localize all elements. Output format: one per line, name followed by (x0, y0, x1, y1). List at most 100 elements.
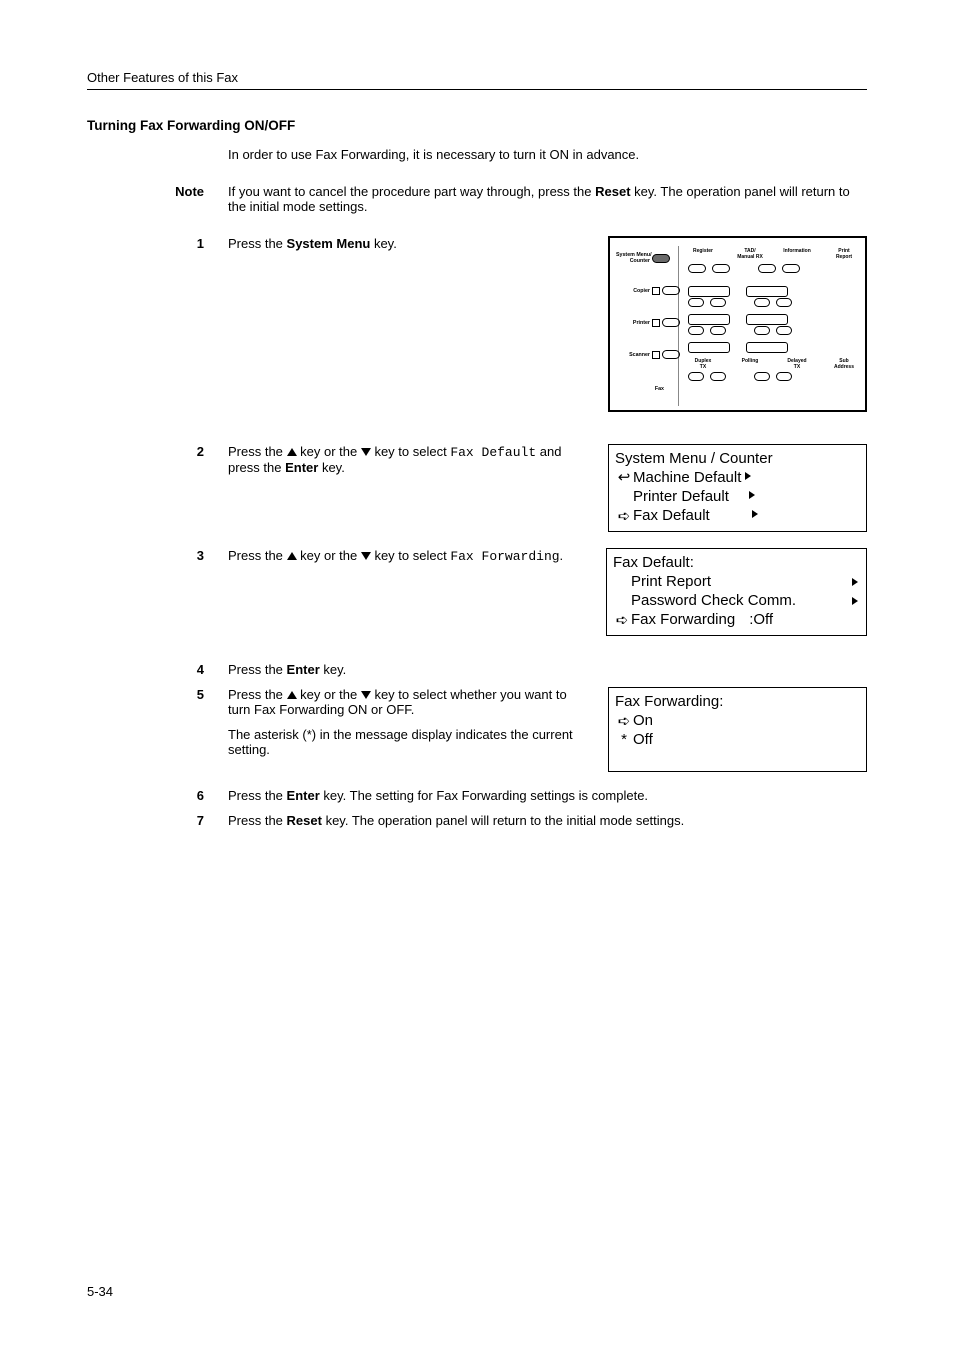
diag-row-copier-label: Copier (616, 288, 650, 294)
step-5-row: 5 Press the key or the key to select whe… (87, 687, 867, 772)
lcd-screen-1: System Menu / Counter ↩Machine Default P… (608, 444, 867, 532)
lcd2-item-2: Password Check Comm. (631, 591, 796, 610)
step-7-row: 7 Press the Reset key. The operation pan… (87, 813, 867, 828)
page-number: 5-34 (87, 1284, 113, 1299)
s3-a: Press the (228, 548, 287, 563)
diag-label-delayed: Delayed TX (782, 358, 812, 370)
step-4-body: Press the Enter key. (228, 662, 867, 677)
copier-led-icon (652, 287, 660, 295)
lcd1-item-2: Printer Default (633, 487, 729, 506)
cursor-icon: ➪ (613, 613, 631, 628)
step-3-number: 3 (87, 548, 228, 636)
note-label: Note (87, 184, 228, 214)
step-5-body: Press the key or the key to select wheth… (228, 687, 580, 772)
down-arrow-icon (361, 552, 371, 560)
s1-text-b: System Menu (287, 236, 371, 251)
s2-a: Press the (228, 444, 287, 459)
diag-softkey (746, 342, 788, 353)
s3-code: Fax Forwarding (450, 549, 559, 564)
step-2-row: 2 Press the key or the key to select Fax… (87, 444, 867, 532)
running-header: Other Features of this Fax (87, 70, 867, 85)
operation-panel-diagram: Register TAD/ Manual RX Information Prin… (608, 236, 867, 412)
cursor-icon: ➪ (615, 714, 633, 729)
lcd2-item-1: Print Report (631, 572, 711, 591)
step-4-number: 4 (87, 662, 228, 677)
diag-softkey (746, 286, 788, 297)
step-6-number: 6 (87, 788, 228, 803)
diag-pill (758, 264, 776, 273)
diag-label-subaddr: Sub Address (829, 358, 859, 370)
diag-pill (710, 326, 726, 335)
diag-pill (782, 264, 800, 273)
lcd1-title: System Menu / Counter (615, 449, 773, 468)
s7-b: Reset (287, 813, 322, 828)
diag-row-sysmenu-label: System Menu/ Counter (616, 252, 650, 264)
diag-pill (688, 264, 706, 273)
up-arrow-icon (287, 691, 297, 699)
back-icon: ↩ (615, 468, 633, 487)
lcd-screen-2: Fax Default: Print Report Password Check… (606, 548, 867, 636)
lcd2-item-3: Fax Forwarding (631, 610, 735, 629)
diag-pill (688, 372, 704, 381)
down-arrow-icon (361, 448, 371, 456)
step-7-body: Press the Reset key. The operation panel… (228, 813, 867, 828)
diag-row-printer-label: Printer (616, 320, 650, 326)
diag-pill (754, 326, 770, 335)
diag-softkey (688, 342, 730, 353)
diag-pill (712, 264, 730, 273)
chevron-right-icon (749, 491, 755, 499)
diag-pill (710, 372, 726, 381)
diag-pill (688, 298, 704, 307)
asterisk-icon: * (615, 730, 633, 749)
s6-a: Press the (228, 788, 287, 803)
step-2-number: 2 (87, 444, 228, 532)
up-arrow-icon (287, 552, 297, 560)
s5-b: key or the (297, 687, 361, 702)
diag-pill (710, 298, 726, 307)
diag-row-fax-label: Fax (630, 386, 664, 392)
header-rule (87, 89, 867, 90)
diag-pill (662, 286, 680, 295)
step-5-lcd-col: Fax Forwarding: ➪On *Off (584, 687, 867, 772)
step-6-row: 6 Press the Enter key. The setting for F… (87, 788, 867, 803)
step-1-body: Press the System Menu key. (228, 236, 580, 412)
step-3-row: 3 Press the key or the key to select Fax… (87, 548, 867, 636)
s4-b: Enter (287, 662, 320, 677)
sysmenu-key-icon (652, 254, 670, 263)
diag-softkey (688, 286, 730, 297)
s2-e: Enter (285, 460, 318, 475)
step-6-body: Press the Enter key. The setting for Fax… (228, 788, 867, 803)
diag-pill (754, 298, 770, 307)
s1-text-c: key. (370, 236, 397, 251)
s7-c: key. The operation panel will return to … (322, 813, 684, 828)
step-1-row: 1 Press the System Menu key. Register TA… (87, 236, 867, 412)
s6-b: Enter (287, 788, 320, 803)
s4-a: Press the (228, 662, 287, 677)
step-2-body: Press the key or the key to select Fax D… (228, 444, 580, 532)
section-title: Turning Fax Forwarding ON/OFF (87, 118, 867, 133)
s5-p2: The asterisk (*) in the message display … (228, 727, 580, 757)
s6-c: key. The setting for Fax Forwarding sett… (320, 788, 648, 803)
diag-label-polling: Polling (735, 358, 765, 370)
printer-led-icon (652, 319, 660, 327)
step-3-body: Press the key or the key to select Fax F… (228, 548, 580, 636)
chevron-right-icon (852, 578, 858, 586)
up-arrow-icon (287, 448, 297, 456)
lcd2-title: Fax Default: (613, 553, 694, 572)
diag-pill (662, 318, 680, 327)
step-1-diagram-col: Register TAD/ Manual RX Information Prin… (584, 236, 867, 412)
diag-pill (688, 326, 704, 335)
diag-pill (776, 372, 792, 381)
step-5-number: 5 (87, 687, 228, 772)
note-body: If you want to cancel the procedure part… (228, 184, 867, 214)
step-1-number: 1 (87, 236, 228, 412)
scanner-led-icon (652, 351, 660, 359)
note-block: Note If you want to cancel the procedure… (87, 184, 867, 214)
diag-pill (776, 298, 792, 307)
cursor-icon: ➪ (615, 509, 633, 524)
s5-a: Press the (228, 687, 287, 702)
diag-pill (754, 372, 770, 381)
lcd3-item-2: Off (633, 730, 653, 749)
diag-pill (662, 350, 680, 359)
down-arrow-icon (361, 691, 371, 699)
